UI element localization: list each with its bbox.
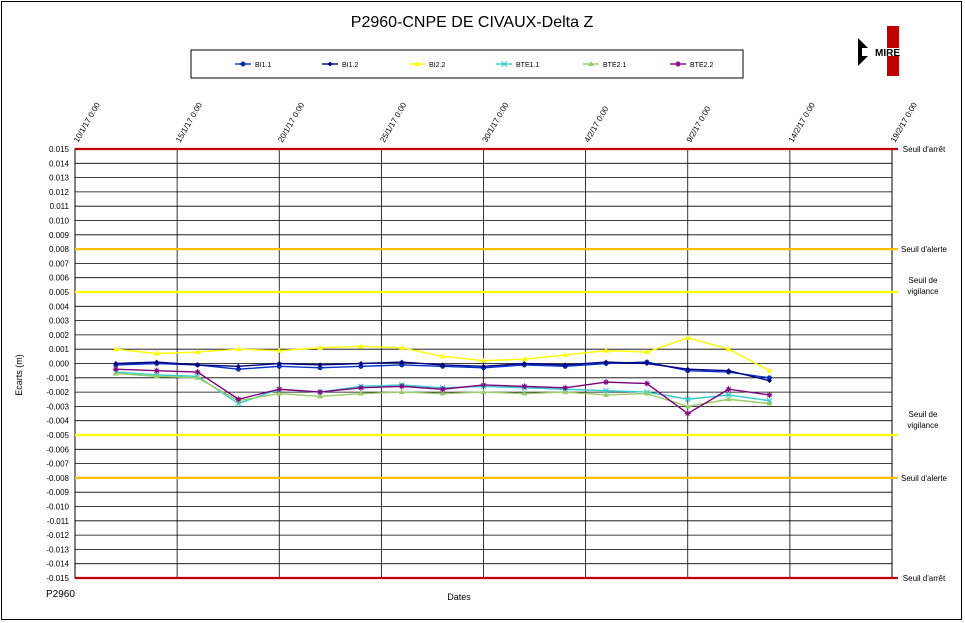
threshold-label: Seuil d'alerte (901, 245, 948, 254)
chart-svg: P2960-CNPE DE CIVAUX-Delta Z BI1.1 BI1.2 B… (14, 14, 948, 602)
y-tick-label: 0.001 (49, 345, 70, 354)
y-tick-label: 0.015 (49, 145, 70, 154)
y-tick-label: 0.003 (49, 317, 70, 326)
y-tick-label: -0.011 (47, 517, 70, 526)
y-tick-label: 0.005 (49, 288, 70, 297)
y-tick-label: 0.006 (49, 274, 70, 283)
y-tick-label: 0.013 (49, 174, 70, 183)
y-tick-label: 0.002 (49, 331, 70, 340)
y-tick-label: 0.004 (49, 302, 70, 311)
x-axis-label: Dates (447, 592, 471, 602)
y-tick-label: -0.003 (46, 402, 69, 411)
y-tick-label: 0.008 (49, 245, 70, 254)
y-tick-label: -0.001 (46, 374, 69, 383)
x-tick-label: 10/1/17 0:00 (72, 100, 102, 144)
legend-box (190, 49, 744, 79)
y-tick-label: -0.004 (46, 417, 69, 426)
y-axis-ticks: 0.015 0.014 0.013 0.012 0.011 0.010 0.009 0.008… (46, 145, 69, 583)
y-tick-label: 0.014 (49, 159, 70, 168)
legend-marker (240, 61, 246, 67)
legend-label: BTE2.1 (603, 62, 626, 69)
y-tick-label: 0.012 (49, 188, 70, 197)
y-axis-label: Ecarts (m) (14, 354, 24, 396)
y-tick-label: -0.006 (46, 445, 69, 454)
legend-label: BI1.1 (255, 62, 271, 69)
x-axis-ticks: 10/1/17 0:00 15/1/17 0:00 20/1/17 0:00 25/1… (72, 100, 919, 144)
footer-label: P2960 (46, 589, 75, 600)
threshold-label: Seuil d'alerte (901, 474, 948, 483)
y-tick-label: -0.008 (46, 474, 69, 483)
y-tick-label: 0.010 (49, 217, 70, 226)
x-tick-label: 15/1/17 0:00 (174, 100, 204, 144)
x-tick-label: 9/2/17 0:00 (685, 104, 713, 144)
legend-label: BTE1.1 (516, 62, 539, 69)
chart-title: P2960-CNPE DE CIVAUX-Delta Z (351, 14, 594, 31)
threshold-label: Seuil de vigilance (907, 410, 939, 430)
y-tick-label: -0.014 (46, 560, 69, 569)
y-tick-label: 0.007 (49, 259, 70, 268)
y-tick-label: -0.009 (46, 488, 69, 497)
legend-label: BI1.2 (342, 62, 358, 69)
logo-text: MIRE (875, 48, 900, 59)
y-tick-label: 0.009 (49, 231, 70, 240)
y-tick-label: -0.010 (46, 503, 69, 512)
threshold-label: Seuil de vigilance (907, 276, 939, 296)
x-tick-label: 4/2/17 0:00 (583, 104, 611, 144)
y-tick-label: 0.011 (50, 202, 70, 211)
chart-frame: P2960-CNPE DE CIVAUX-Delta Z BI1.1 BI1.2 B… (1, 1, 962, 620)
y-tick-label: -0.005 (46, 431, 69, 440)
threshold-label: Seuil d'arrêt (903, 574, 946, 583)
x-tick-label: 30/1/17 0:00 (480, 100, 510, 144)
mire-logo: MIRE (858, 24, 904, 76)
legend-label: BI2.2 (429, 62, 445, 69)
y-tick-label: -0.012 (46, 531, 69, 540)
x-tick-label: 14/2/17 0:00 (787, 100, 817, 144)
legend-label: BTE2.2 (690, 62, 713, 69)
threshold-label: Seuil d'arrêt (903, 145, 946, 154)
y-tick-label: -0.002 (46, 388, 69, 397)
y-tick-label: 0.000 (49, 360, 70, 369)
y-tick-label: -0.015 (46, 574, 69, 583)
x-tick-label: 19/2/17 0:00 (889, 100, 919, 144)
y-tick-label: -0.013 (46, 545, 69, 554)
x-tick-label: 20/1/17 0:00 (276, 100, 306, 144)
x-tick-label: 25/1/17 0:00 (378, 100, 408, 144)
y-tick-label: -0.007 (46, 460, 69, 469)
